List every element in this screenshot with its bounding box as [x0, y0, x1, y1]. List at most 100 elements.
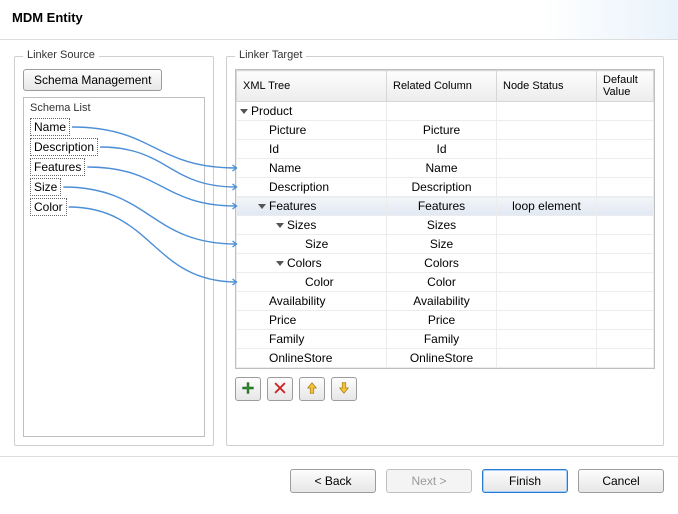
- move-up-button[interactable]: [299, 377, 325, 401]
- related-column-cell: Sizes: [387, 216, 497, 235]
- table-row[interactable]: Family Family: [237, 330, 654, 349]
- default-value-cell: [597, 349, 654, 368]
- table-row[interactable]: ColorColor: [237, 273, 654, 292]
- tree-node-label: Colors: [287, 256, 322, 270]
- node-status-cell: [497, 140, 597, 159]
- caret-placeholder: [257, 315, 267, 325]
- default-value-cell: [597, 159, 654, 178]
- related-column-cell: Id: [387, 140, 497, 159]
- node-status-cell: [497, 216, 597, 235]
- table-row[interactable]: Availability Availability: [237, 292, 654, 311]
- related-column-cell: Family: [387, 330, 497, 349]
- schema-list-title: Schema List: [30, 102, 198, 114]
- related-column-cell: Name: [387, 159, 497, 178]
- x-icon: [273, 381, 287, 398]
- caret-down-icon[interactable]: [239, 106, 249, 116]
- schema-item[interactable]: Color: [30, 198, 67, 216]
- dialog-title: MDM Entity: [12, 10, 666, 25]
- schema-management-button[interactable]: Schema Management: [23, 69, 162, 91]
- table-row[interactable]: Colors Colors: [237, 254, 654, 273]
- caret-placeholder: [293, 239, 303, 249]
- node-status-cell: [497, 102, 597, 121]
- next-button[interactable]: Next >: [386, 469, 472, 493]
- related-column-cell: Description: [387, 178, 497, 197]
- node-status-cell: [497, 273, 597, 292]
- remove-button[interactable]: [267, 377, 293, 401]
- table-row[interactable]: OnlineStoreOnlineStore: [237, 349, 654, 368]
- tree-node-label: Id: [269, 142, 279, 156]
- node-status-cell: [497, 311, 597, 330]
- node-status-cell: [497, 235, 597, 254]
- tree-node-label: Product: [251, 104, 292, 118]
- tree-node-label: Size: [305, 237, 328, 251]
- caret-placeholder: [257, 144, 267, 154]
- dialog-header: MDM Entity: [0, 0, 678, 40]
- col-related-column[interactable]: Related Column: [387, 71, 497, 102]
- dialog-footer: < Back Next > Finish Cancel: [0, 456, 678, 509]
- node-status-cell: [497, 349, 597, 368]
- related-column-cell: [387, 102, 497, 121]
- col-xml-tree[interactable]: XML Tree: [237, 71, 387, 102]
- table-row[interactable]: PricePrice: [237, 311, 654, 330]
- linker-target-legend: Linker Target: [235, 49, 306, 61]
- arrow-down-icon: [337, 381, 351, 398]
- caret-placeholder: [257, 296, 267, 306]
- xml-tree-table[interactable]: XML Tree Related Column Node Status Defa…: [236, 70, 654, 368]
- default-value-cell: [597, 178, 654, 197]
- node-status-cell: [497, 159, 597, 178]
- add-button[interactable]: [235, 377, 261, 401]
- dialog-content: Linker Source Schema Management Schema L…: [0, 40, 678, 456]
- arrow-up-icon: [305, 381, 319, 398]
- schema-item[interactable]: Name: [30, 118, 70, 136]
- related-column-cell: Features: [387, 197, 497, 216]
- table-row[interactable]: NameName: [237, 159, 654, 178]
- linker-source-legend: Linker Source: [23, 49, 99, 61]
- plus-icon: [241, 381, 255, 398]
- default-value-cell: [597, 330, 654, 349]
- col-node-status[interactable]: Node Status: [497, 71, 597, 102]
- linker-source-panel: Linker Source Schema Management Schema L…: [14, 56, 214, 446]
- tree-node-label: Picture: [269, 123, 306, 137]
- schema-item[interactable]: Features: [30, 158, 85, 176]
- xml-tree-table-wrap: XML Tree Related Column Node Status Defa…: [235, 69, 655, 369]
- tree-toolbar: [235, 377, 655, 401]
- finish-button[interactable]: Finish: [482, 469, 568, 493]
- table-row[interactable]: FeaturesFeaturesloop element: [237, 197, 654, 216]
- table-row[interactable]: Description Description: [237, 178, 654, 197]
- table-row[interactable]: Product: [237, 102, 654, 121]
- tree-node-label: Description: [269, 180, 329, 194]
- move-down-button[interactable]: [331, 377, 357, 401]
- xml-tree-header-row: XML Tree Related Column Node Status Defa…: [237, 71, 654, 102]
- caret-down-icon[interactable]: [275, 220, 285, 230]
- related-column-cell: Color: [387, 273, 497, 292]
- tree-node-label: Availability: [269, 294, 325, 308]
- node-status-cell: [497, 178, 597, 197]
- linker-target-panel: Linker Target XML Tree Related Column No…: [226, 56, 664, 446]
- table-row[interactable]: Id Id: [237, 140, 654, 159]
- tree-node-label: Features: [269, 199, 316, 213]
- schema-list-box: Schema List Name Description Features Size C…: [23, 97, 205, 437]
- related-column-cell: Colors: [387, 254, 497, 273]
- related-column-cell: Availability: [387, 292, 497, 311]
- back-button[interactable]: < Back: [290, 469, 376, 493]
- caret-placeholder: [257, 353, 267, 363]
- cancel-button[interactable]: Cancel: [578, 469, 664, 493]
- caret-down-icon[interactable]: [257, 201, 267, 211]
- table-row[interactable]: SizeSize: [237, 235, 654, 254]
- col-default-value[interactable]: Default Value: [597, 71, 654, 102]
- default-value-cell: [597, 197, 654, 216]
- schema-item[interactable]: Size: [30, 178, 61, 196]
- table-row[interactable]: Picture Picture: [237, 121, 654, 140]
- node-status-cell: [497, 254, 597, 273]
- related-column-cell: Picture: [387, 121, 497, 140]
- node-status-cell: loop element: [497, 197, 597, 216]
- node-status-cell: [497, 330, 597, 349]
- schema-item[interactable]: Description: [30, 138, 98, 156]
- table-row[interactable]: SizesSizes: [237, 216, 654, 235]
- default-value-cell: [597, 102, 654, 121]
- related-column-cell: Price: [387, 311, 497, 330]
- tree-node-label: Family: [269, 332, 304, 346]
- caret-down-icon[interactable]: [275, 258, 285, 268]
- default-value-cell: [597, 273, 654, 292]
- node-status-cell: [497, 121, 597, 140]
